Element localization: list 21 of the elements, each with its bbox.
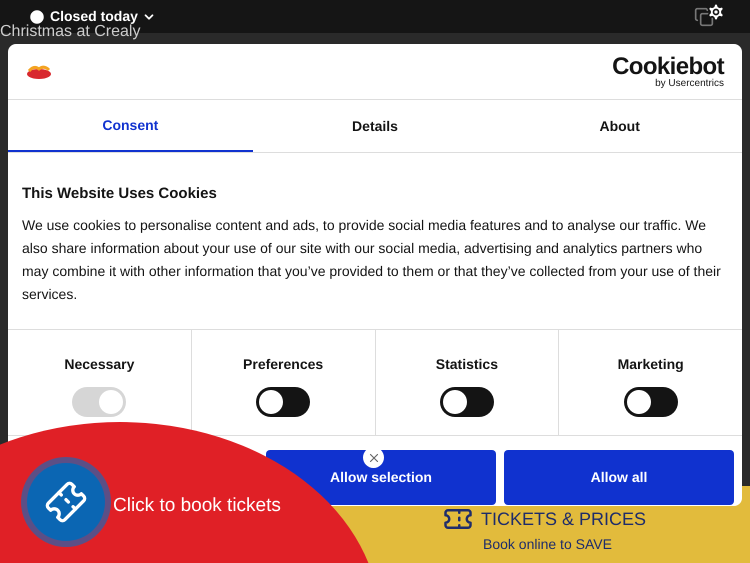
banner-title[interactable]: TICKETS & PRICES bbox=[481, 506, 646, 532]
category-label: Preferences bbox=[243, 355, 324, 374]
tab[interactable]: About bbox=[497, 100, 742, 152]
copy-icon[interactable] bbox=[694, 6, 714, 26]
consent-button[interactable]: Allow all bbox=[504, 450, 734, 505]
tab[interactable]: Consent bbox=[8, 100, 253, 152]
category-label: Marketing bbox=[618, 355, 684, 374]
dialog-body: We use cookies to personalise content and ads, to provide social media features and to analyse our traffic. We also share information about your use of our site with our social media, advertising and analytics partners who may combine it with other information that you’ve provided to them or that they’ve collected from your use of their services. bbox=[22, 216, 722, 304]
settings-icon[interactable] bbox=[706, 2, 726, 22]
tab[interactable]: Details bbox=[252, 100, 498, 152]
category-label: Statistics bbox=[436, 355, 498, 374]
brand-name: Cookiebot bbox=[612, 54, 724, 78]
toggle-switch[interactable] bbox=[440, 387, 494, 417]
toggle-switch[interactable] bbox=[624, 387, 678, 417]
toggle-switch[interactable] bbox=[256, 387, 310, 417]
dialog-heading: This Website Uses Cookies bbox=[22, 184, 218, 204]
brand-tagline: by Usercentrics bbox=[655, 78, 724, 88]
logo-icon bbox=[26, 64, 52, 80]
site-title: Christmas at Crealy bbox=[0, 23, 140, 42]
category-label: Necessary bbox=[64, 355, 134, 374]
banner-subtitle[interactable]: Book online to SAVE bbox=[483, 534, 612, 555]
